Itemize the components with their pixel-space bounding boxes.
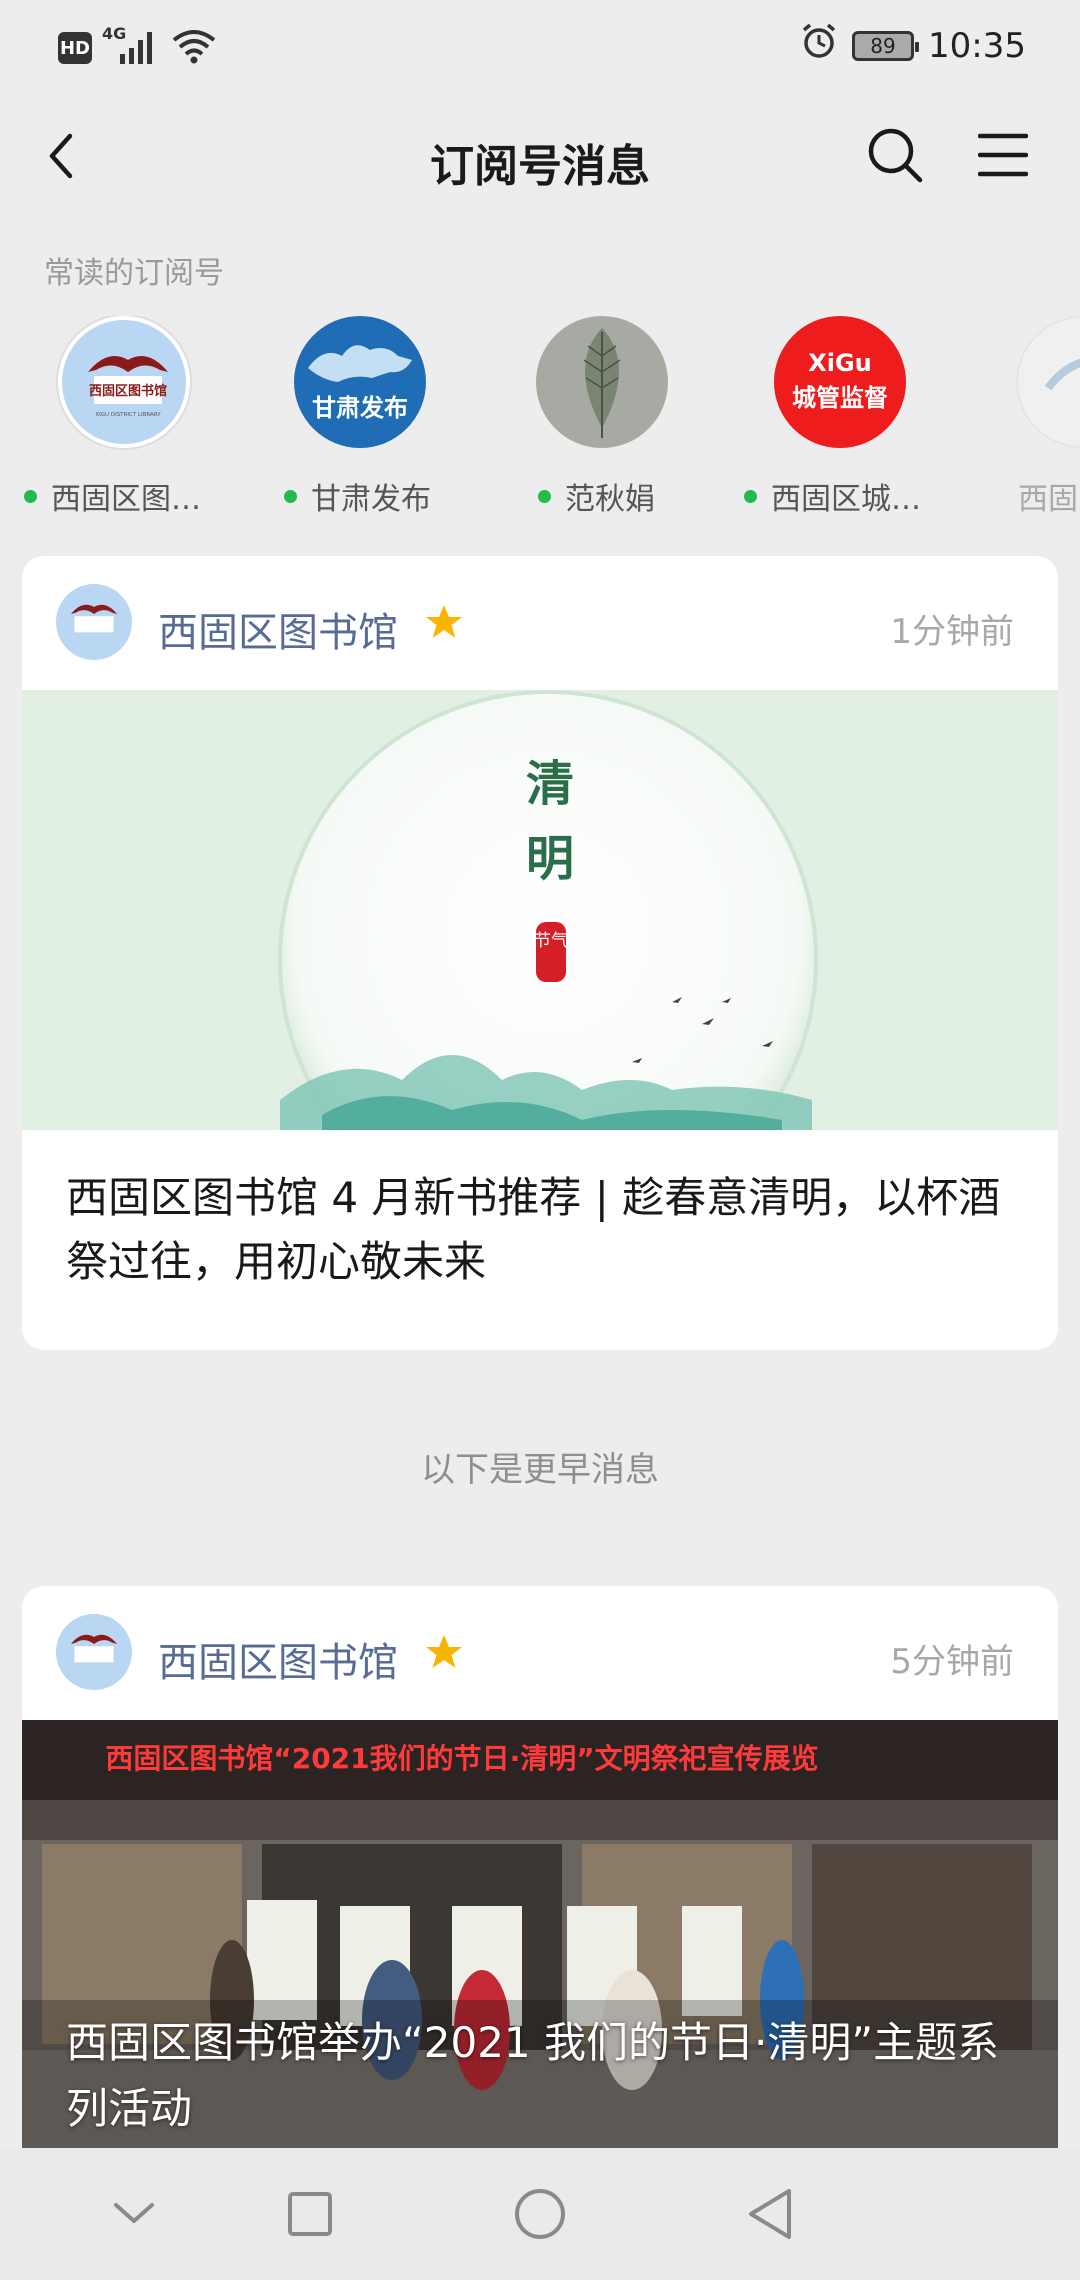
search-icon — [868, 128, 923, 183]
unread-dot — [284, 489, 297, 503]
gansu-map-icon: 甘肃发布 — [308, 345, 412, 422]
signal-icon: 4G — [102, 24, 162, 68]
frequent-account-name: 西固 — [976, 474, 1080, 516]
library-logo-avatar[interactable] — [56, 584, 132, 660]
frequent-account-item[interactable]: 范秋娟 — [496, 316, 716, 516]
card-header: 西固区图书馆 5分钟前 — [22, 1586, 1058, 1720]
logo-subtext: XIGU DISTRICT LIBRARY — [95, 412, 161, 418]
subscription-messages-screen: HD 4G 89 10:35 订阅号消息 常读的订阅号 西固区图书馆 XIGU … — [0, 0, 1080, 2280]
frequent-account-item[interactable]: 西固区图书馆 XIGU DISTRICT LIBRARY 西固区图… — [16, 316, 236, 516]
frequent-account-name: 西固区图… — [16, 474, 236, 516]
earlier-messages-divider: 以下是更早消息 — [421, 1450, 659, 1490]
title-bar: 订阅号消息 — [0, 92, 1080, 220]
recents-button[interactable] — [270, 2174, 350, 2254]
account-name[interactable]: 西固区图书馆 — [158, 600, 398, 658]
library-logo-icon — [70, 604, 118, 633]
clock: 10:35 — [928, 25, 1026, 66]
home-icon — [515, 2189, 565, 2239]
logo-text: 甘肃发布 — [312, 394, 408, 422]
frequent-accounts-label: 常读的订阅号 — [44, 256, 224, 291]
message-time: 1分钟前 — [890, 612, 1014, 652]
battery-level: 89 — [870, 33, 896, 58]
back-nav-icon — [749, 2189, 791, 2239]
frequent-account-name: 甘肃发布 — [256, 474, 476, 516]
chengguan-logo-icon: XiGu 城管监督 — [792, 349, 888, 412]
article-title[interactable]: 西固区图书馆 4 月新书推荐 | 趁春意清明，以杯酒祭过往，用初心敬未来 — [22, 1130, 1058, 1294]
cover-seal-text: 节气 — [534, 931, 568, 951]
search-button[interactable] — [860, 120, 930, 190]
article-card[interactable]: 西固区图书馆 1分钟前 节气 清 明 西固区图书馆 4 月新书推荐 | 趁春意清… — [22, 556, 1058, 1350]
unread-dot — [744, 489, 757, 503]
hd-icon: HD — [58, 32, 92, 64]
unread-dot — [538, 489, 551, 503]
menu-icon — [978, 133, 1028, 177]
wifi-icon — [172, 28, 216, 68]
leaf-icon — [583, 328, 621, 438]
card-header: 西固区图书馆 1分钟前 — [22, 556, 1058, 690]
cover-banner-text: 西固区图书馆“2021我们的节日·清明”文明祭祀宣传展览 — [105, 1742, 818, 1775]
frequent-account-name: 范秋娟 — [496, 474, 716, 516]
chengguan-avatar: XiGu 城管监督 — [774, 316, 906, 448]
star-icon — [426, 1635, 462, 1668]
frequent-accounts-row[interactable]: 西固区图书馆 XIGU DISTRICT LIBRARY 西固区图… 甘肃发布 … — [0, 316, 1080, 516]
library-logo-avatar: 西固区图书馆 XIGU DISTRICT LIBRARY — [58, 316, 190, 448]
star-icon — [426, 605, 462, 638]
hide-keyboard-button[interactable] — [94, 2174, 174, 2254]
article-card[interactable]: 西固区图书馆 5分钟前 西固区图书馆“2021我们的节日·清明”文明祭祀宣传展览 — [22, 1586, 1058, 2148]
gansu-fabu-avatar: 甘肃发布 — [294, 316, 426, 448]
message-time: 5分钟前 — [890, 1642, 1014, 1682]
unread-dot — [24, 489, 37, 503]
cover-text-2: 明 — [526, 831, 574, 887]
recents-icon — [288, 2192, 332, 2236]
battery-icon: 89 — [852, 30, 920, 61]
article-cover-photo[interactable]: 西固区图书馆“2021我们的节日·清明”文明祭祀宣传展览 西固区图书馆举办“20… — [22, 1720, 1058, 2148]
logo-text: 城管监督 — [792, 384, 888, 412]
cover-text-1: 清 — [526, 756, 574, 812]
account-name-text: 范秋娟 — [565, 482, 655, 516]
alarm-icon — [800, 22, 838, 69]
system-navigation-bar — [0, 2148, 1080, 2280]
account-name-text: 西固区城… — [771, 482, 921, 516]
article-title-overlay[interactable]: 西固区图书馆举办“2021 我们的节日·清明”主题系列活动 — [66, 2010, 1028, 2142]
swirl-logo-icon — [1044, 358, 1080, 391]
frequent-account-item[interactable]: 甘肃发布 甘肃发布 — [256, 316, 476, 516]
frequent-account-item[interactable]: XiGu 城管监督 西固区城… — [736, 316, 956, 516]
library-logo-icon — [70, 1634, 118, 1663]
status-left: HD 4G — [58, 24, 216, 68]
logo-text: 西固区图书馆 — [89, 383, 167, 399]
fan-qiujuan-avatar — [536, 316, 668, 448]
menu-button[interactable] — [968, 120, 1038, 190]
frequent-account-item[interactable]: 西固 — [976, 316, 1080, 516]
home-button[interactable] — [500, 2174, 580, 2254]
logo-text-top: XiGu — [808, 349, 872, 377]
article-cover-image[interactable]: 节气 清 明 — [22, 690, 1058, 1130]
account-name-text: 西固区图… — [51, 482, 201, 516]
status-bar: HD 4G 89 10:35 — [0, 0, 1080, 92]
library-logo-avatar[interactable] — [56, 1614, 132, 1690]
frequent-account-name: 西固区城… — [736, 474, 956, 516]
hide-keyboard-icon — [114, 2203, 154, 2223]
status-right: 89 10:35 — [800, 22, 1026, 69]
back-nav-button[interactable] — [730, 2174, 810, 2254]
account-name-text: 甘肃发布 — [311, 482, 431, 516]
xigu-avatar — [1016, 316, 1080, 448]
account-name[interactable]: 西固区图书馆 — [158, 1630, 398, 1688]
library-logo-icon: 西固区图书馆 XIGU DISTRICT LIBRARY — [88, 356, 168, 418]
qingming-cover-illustration: 节气 清 明 — [22, 690, 1058, 1130]
account-name-text: 西固 — [1018, 482, 1078, 516]
